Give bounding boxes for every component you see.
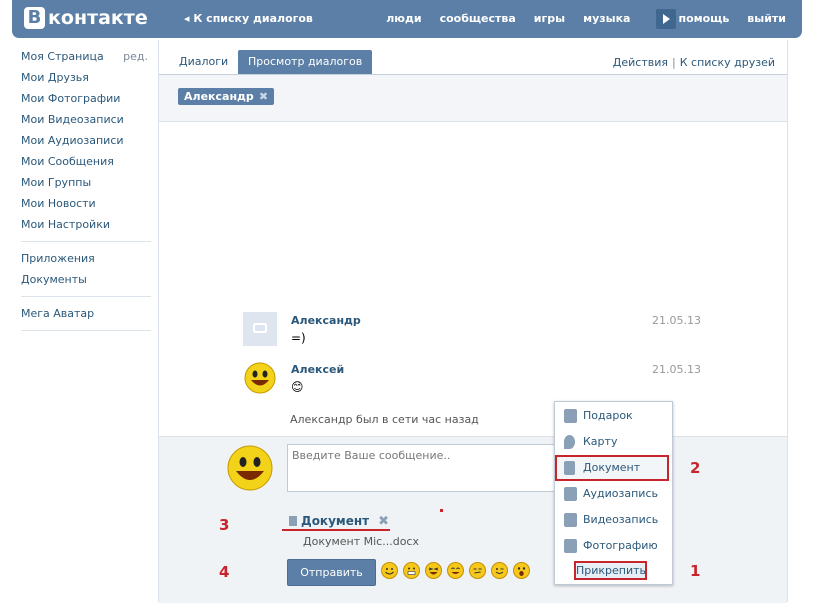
tabs-row: Диалоги Просмотр диалогов Действия | К спи… [159, 50, 787, 75]
nav-music[interactable]: музыка [583, 12, 630, 25]
message-date: 21.05.13 [652, 314, 701, 327]
tab-actions: Действия | К списку друзей [613, 56, 775, 69]
attach-video[interactable]: Видеозапись [555, 507, 672, 533]
document-icon [289, 516, 297, 526]
message-date: 21.05.13 [652, 363, 701, 376]
sidebar-item-my-page[interactable]: Моя Страница ред. [14, 46, 152, 67]
nav-games[interactable]: игры [534, 12, 565, 25]
sidebar-item-groups[interactable]: Мои Группы [14, 172, 152, 193]
smiley-avatar-icon[interactable] [243, 361, 277, 395]
menu-divider [21, 330, 151, 331]
sidebar-item-apps[interactable]: Приложения [14, 248, 152, 269]
separator: | [672, 56, 676, 69]
recipients-bar: Александр ✖ [159, 75, 787, 122]
close-icon[interactable]: ✖ [378, 514, 389, 529]
annotation-underline [282, 529, 390, 531]
message-author[interactable]: Александр [291, 314, 361, 327]
attach-photo[interactable]: Фотографию [555, 533, 672, 559]
attach-item-label: Аудиозапись [583, 487, 658, 500]
top-bar: Вконтакте ◂ К списку диалогов люди сообщ… [12, 0, 802, 38]
online-status: Александр был в сети час назад [290, 413, 479, 426]
sidebar-item-friends[interactable]: Мои Друзья [14, 67, 152, 88]
grin-emoji-icon[interactable] [403, 562, 420, 579]
sidebar-item-documents[interactable]: Документы [14, 269, 152, 290]
back-to-dialogs-link[interactable]: ◂ К списку диалогов [184, 12, 313, 25]
map-pin-icon [564, 435, 575, 449]
nav-logout[interactable]: выйти [747, 12, 786, 25]
main-panel: Диалоги Просмотр диалогов Действия | К спи… [158, 40, 788, 603]
logo-badge: В [24, 7, 45, 29]
annotation-1: 1 [690, 562, 701, 580]
gift-icon [564, 409, 577, 423]
message-input[interactable]: Введите Ваше сообщение.. [287, 444, 587, 492]
attached-file-name[interactable]: Документ Mic...docx [303, 535, 419, 548]
friends-list-link[interactable]: К списку друзей [680, 56, 775, 69]
actions-link[interactable]: Действия [613, 56, 668, 69]
camera-icon[interactable] [243, 312, 277, 346]
attach-gift[interactable]: Подарок [555, 403, 672, 429]
annotation-3: 3 [219, 516, 230, 534]
attached-doc-title[interactable]: Документ [301, 514, 369, 528]
sidebar-item-news[interactable]: Мои Новости [14, 193, 152, 214]
document-icon [564, 461, 575, 475]
message-text: 😊 [291, 380, 304, 394]
close-icon[interactable]: ✖ [259, 90, 268, 103]
attach-map[interactable]: Карту [555, 429, 672, 455]
attach-audio[interactable]: Аудиозапись [555, 481, 672, 507]
back-link-label: К списку диалогов [193, 12, 313, 25]
sidebar-item-photos[interactable]: Мои Фотографии [14, 88, 152, 109]
sidebar-item-audio[interactable]: Мои Аудиозаписи [14, 130, 152, 151]
sidebar-item-label: Моя Страница [21, 50, 104, 63]
edit-link[interactable]: ред. [123, 46, 148, 67]
recipient-chip[interactable]: Александр ✖ [178, 88, 275, 105]
sidebar-item-settings[interactable]: Мои Настройки [14, 214, 152, 235]
attach-button[interactable]: Прикрепить [574, 561, 647, 580]
laugh-emoji-icon[interactable] [425, 562, 442, 579]
recipient-name: Александр [184, 90, 254, 103]
message-text: =) [291, 331, 306, 345]
sidebar-item-videos[interactable]: Мои Видеозаписи [14, 109, 152, 130]
annotation-dot [440, 509, 443, 512]
happy-emoji-icon[interactable] [447, 562, 464, 579]
message-author[interactable]: Алексей [291, 363, 344, 376]
camera-icon [564, 539, 577, 553]
logo-text: контакте [48, 7, 148, 29]
nav-help[interactable]: помощь [678, 12, 729, 25]
sidebar-item-mega-avatar[interactable]: Мега Аватар [14, 303, 152, 324]
nav-communities[interactable]: сообщества [440, 12, 516, 25]
annotation-4: 4 [219, 563, 230, 581]
attach-menu: Подарок Карту Документ Аудиозапись Видео… [554, 401, 673, 585]
send-button[interactable]: Отправить [287, 559, 376, 586]
attach-item-label: Фотографию [583, 539, 658, 552]
menu-divider [21, 241, 151, 242]
attach-item-label: Карту [583, 435, 618, 448]
audio-play-icon [564, 487, 577, 501]
vk-logo[interactable]: Вконтакте [24, 7, 148, 29]
smile-emoji-icon[interactable] [381, 562, 398, 579]
nav-people[interactable]: люди [386, 12, 421, 25]
attached-document: Документ ✖ [289, 514, 389, 529]
tab-dialogs[interactable]: Диалоги [169, 50, 238, 74]
film-icon [564, 513, 577, 527]
sidebar-item-messages[interactable]: Мои Сообщения [14, 151, 152, 172]
attach-item-label: Документ [583, 461, 641, 474]
top-nav: люди сообщества игры музыка помощь выйти [386, 12, 802, 25]
attach-item-label: Подарок [583, 409, 633, 422]
wink-emoji-icon[interactable] [491, 562, 508, 579]
attach-item-label: Видеозапись [583, 513, 659, 526]
smirk-emoji-icon[interactable] [469, 562, 486, 579]
annotation-2: 2 [690, 459, 701, 477]
menu-divider [21, 296, 151, 297]
tab-view-dialogs[interactable]: Просмотр диалогов [238, 50, 373, 74]
emoji-row [381, 562, 535, 579]
left-menu: Моя Страница ред. Мои Друзья Мои Фотограф… [14, 46, 152, 337]
user-avatar[interactable] [225, 443, 275, 493]
attach-document[interactable]: Документ [555, 455, 669, 481]
scream-emoji-icon[interactable] [513, 562, 530, 579]
